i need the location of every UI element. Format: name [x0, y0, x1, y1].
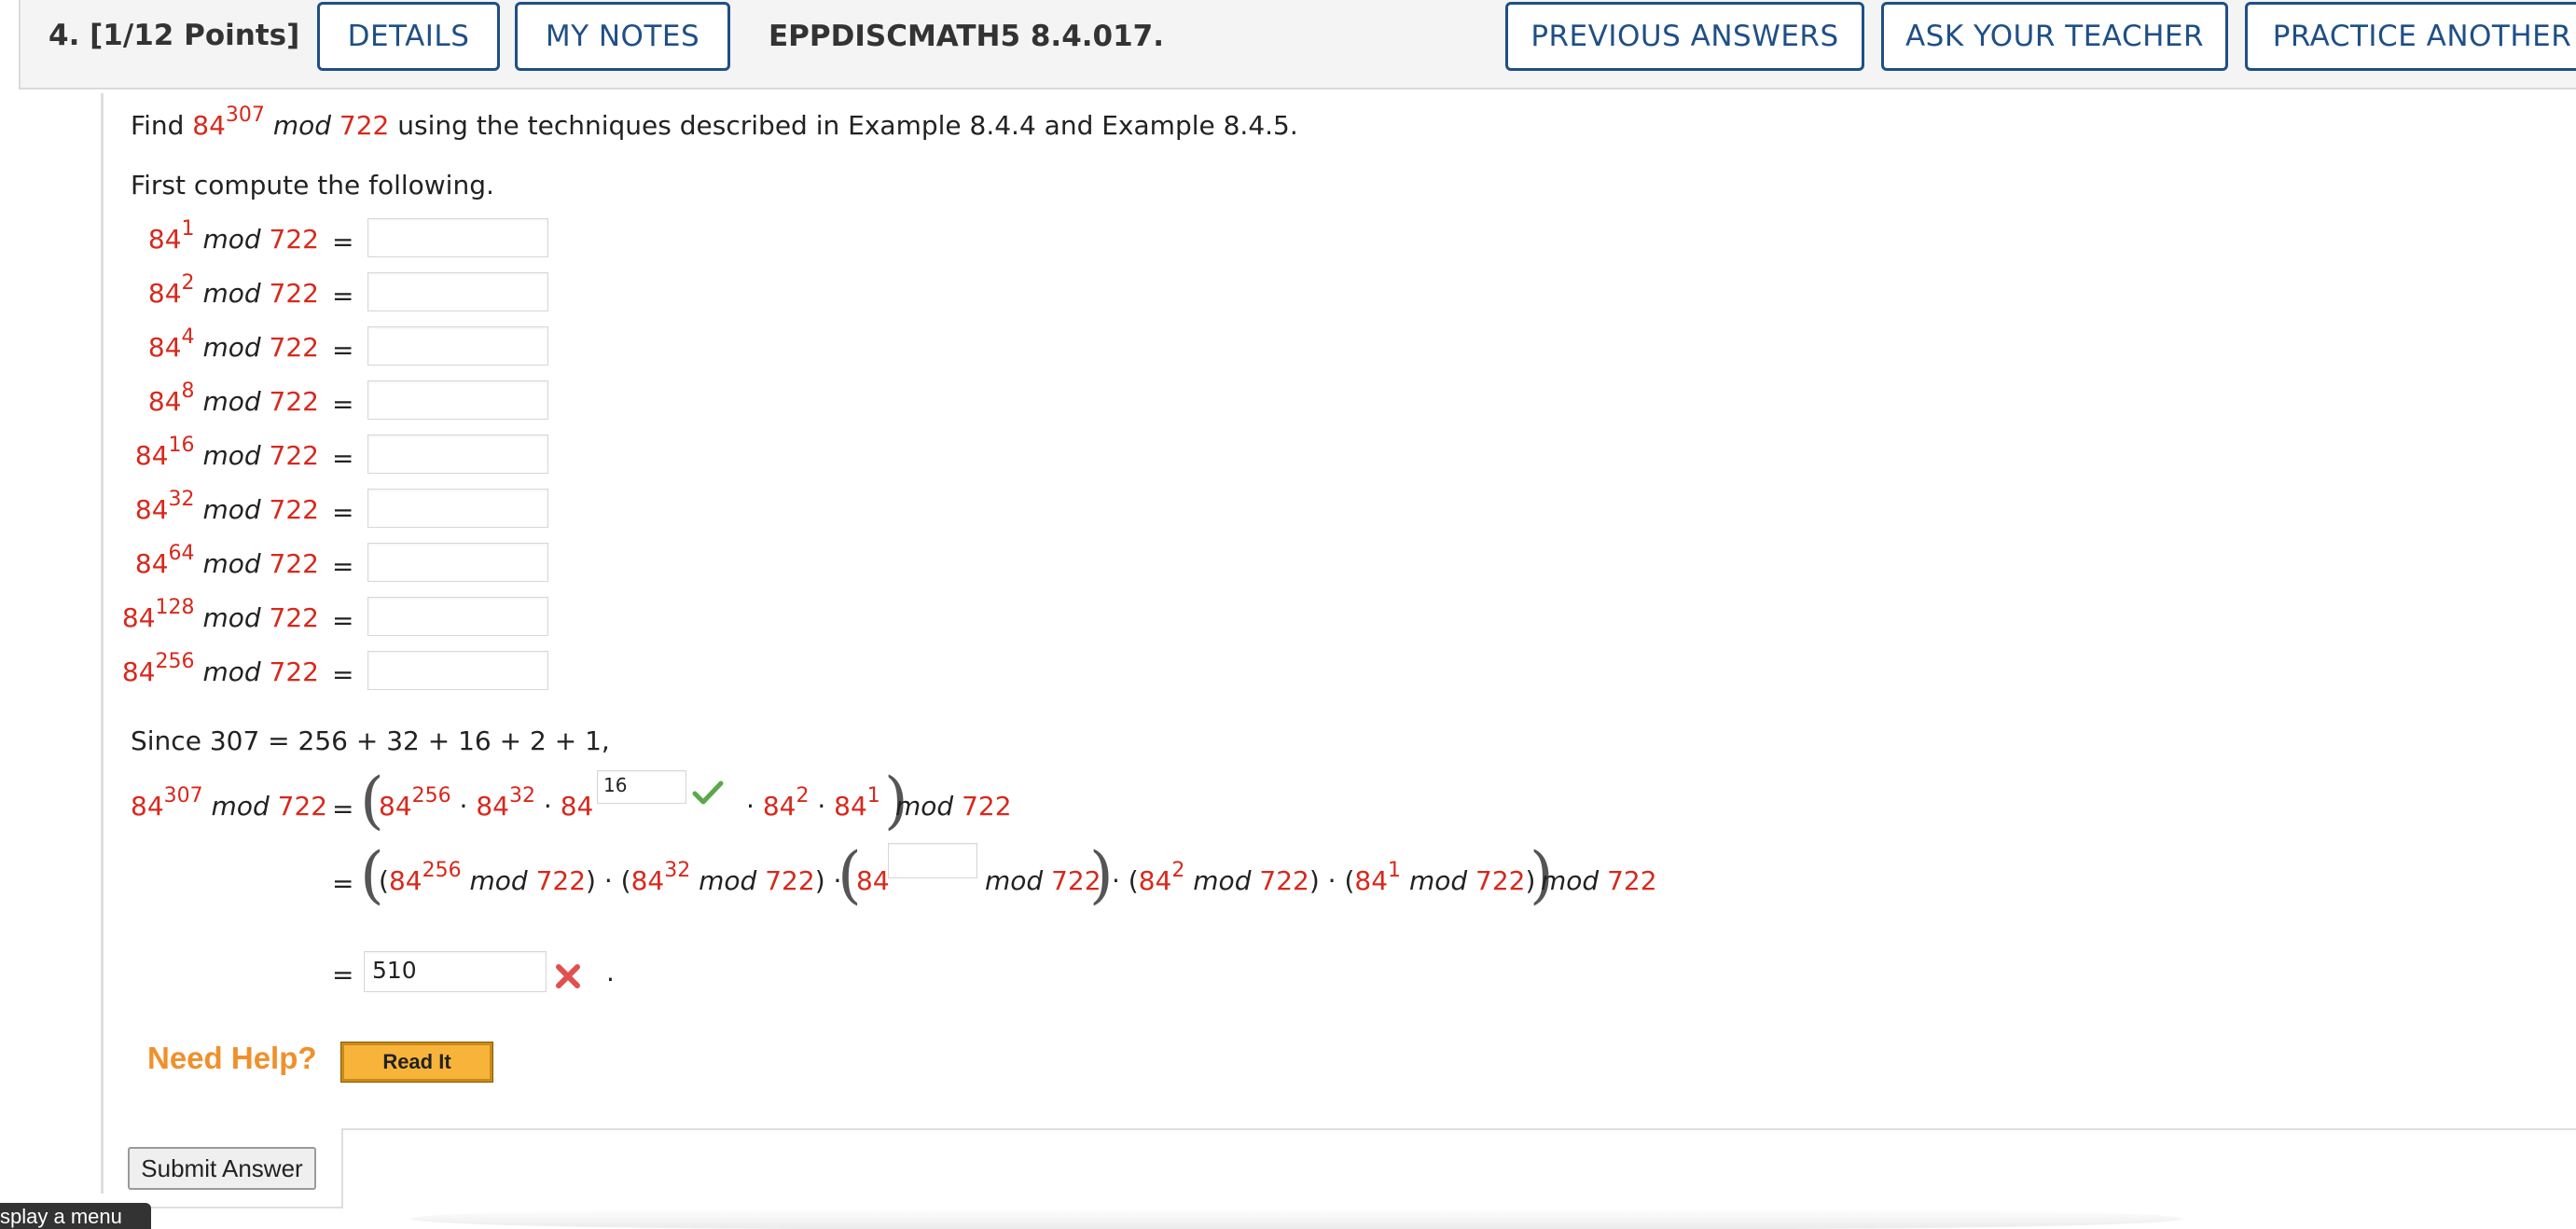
equals-sign: =: [332, 794, 354, 824]
final-answer-input[interactable]: 510: [364, 951, 547, 992]
bottom-divider-vertical: [341, 1128, 343, 1208]
my-notes-button[interactable]: MY NOTES: [515, 2, 730, 71]
product-mod-suffix: mod 722: [895, 791, 1012, 822]
details-button[interactable]: DETAILS: [317, 2, 500, 71]
bottom-divider: [343, 1128, 2576, 1130]
power-label: 8464 mod 722: [134, 541, 319, 579]
equals-sign-2: =: [332, 868, 354, 899]
product-factors-end: · 842 · 841: [746, 783, 880, 822]
power-equals: =: [332, 443, 354, 474]
since-line: Since 307 = 256 + 32 + 16 + 2 + 1,: [131, 725, 610, 756]
power-answer-input[interactable]: [367, 651, 548, 690]
power-answer-input[interactable]: [367, 272, 548, 311]
first-compute-text: First compute the following.: [131, 170, 494, 200]
expanded-mod-suffix: mod 722: [1541, 865, 1657, 896]
product-factors-start: 84256 · 8432 · 84: [379, 783, 594, 822]
power-label: 844 mod 722: [147, 325, 319, 363]
power-label: 8416 mod 722: [134, 433, 319, 471]
power-answer-input[interactable]: [367, 218, 548, 257]
power-answer-input[interactable]: [367, 597, 548, 636]
display-menu-tab[interactable]: splay a menu: [0, 1203, 151, 1229]
power-answer-input[interactable]: [367, 380, 548, 420]
power-equals: =: [332, 389, 354, 420]
problem-statement: Find 84307 mod 722 using the techniques …: [131, 103, 1298, 141]
power-answer-input[interactable]: [367, 543, 548, 582]
check-icon: [692, 780, 724, 805]
need-help-label: Need Help?: [147, 1041, 317, 1075]
power-label: 8432 mod 722: [134, 487, 319, 525]
power-equals: =: [332, 659, 354, 690]
power-label: 848 mod 722: [147, 379, 319, 417]
previous-answers-button[interactable]: PREVIOUS ANSWERS: [1505, 2, 1864, 71]
power-label: 84128 mod 722: [121, 595, 319, 633]
bottom-shadow: [410, 1208, 2182, 1229]
read-it-button[interactable]: Read It: [340, 1042, 493, 1083]
cross-icon: [556, 964, 580, 988]
power-label: 841 mod 722: [147, 216, 319, 255]
ask-your-teacher-button[interactable]: ASK YOUR TEACHER: [1881, 2, 2228, 71]
power-equals: =: [332, 335, 354, 366]
power-equals: =: [332, 551, 354, 582]
product-lhs: 84307 mod 722: [131, 783, 328, 822]
base-84: 84: [856, 865, 890, 896]
expanded-factors-b: · (842 mod 722) · (841 mod 722): [1112, 858, 1536, 896]
close-paren-blank: ): [1089, 839, 1114, 911]
equals-sign-3: =: [332, 960, 354, 990]
expanded-factors-a: (84256 mod 722) · (8432 mod 722) ·: [379, 858, 842, 896]
power-equals: =: [332, 227, 354, 257]
practice-another-button[interactable]: PRACTICE ANOTHER: [2245, 2, 2576, 71]
question-points: 4. [1/12 Points]: [48, 19, 300, 52]
exponent-answer-input[interactable]: 16: [597, 770, 686, 804]
power-equals: =: [332, 497, 354, 528]
expanded-mod-blank: mod 722: [985, 865, 1101, 896]
power-label: 84256 mod 722: [121, 649, 319, 687]
submit-answer-button[interactable]: Submit Answer: [128, 1147, 316, 1190]
expanded-exponent-input[interactable]: [888, 843, 977, 878]
power-answer-input[interactable]: [367, 326, 548, 366]
power-answer-input[interactable]: [367, 435, 548, 474]
power-answer-input[interactable]: [367, 489, 548, 528]
power-label: 842 mod 722: [147, 270, 319, 309]
content-left-rule: [101, 93, 104, 1194]
power-equals: =: [332, 281, 354, 311]
question-code: EPPDISCMATH5 8.4.017.: [769, 20, 1165, 53]
sentence-period: .: [606, 957, 615, 987]
power-equals: =: [332, 605, 354, 636]
